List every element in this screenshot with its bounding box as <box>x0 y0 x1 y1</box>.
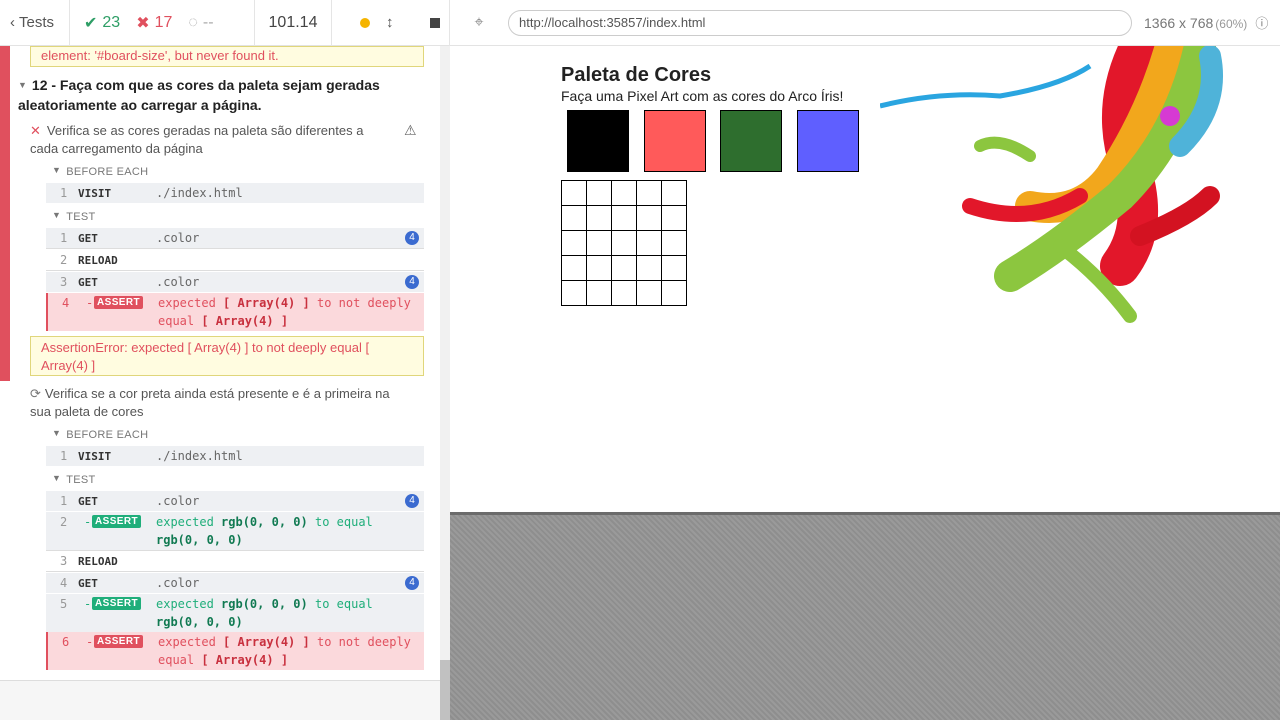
pixel[interactable] <box>662 206 687 231</box>
page-title: Paleta de Cores <box>561 64 712 86</box>
command-row[interactable]: 1 GET .color 4 <box>46 228 424 248</box>
command-log: element: '#board-size', but never found … <box>0 46 440 680</box>
assert-badge: ASSERT <box>94 296 143 309</box>
command-row[interactable]: 1 VISIT ./index.html <box>46 446 424 466</box>
test-title-1[interactable]: ✕ Verifica se as cores geradas na paleta … <box>30 122 390 158</box>
pixel[interactable] <box>562 281 587 306</box>
viewport-size: 1366 x 768 (60%) <box>1144 14 1248 31</box>
check-icon: ✔ <box>84 14 98 32</box>
pixel[interactable] <box>587 181 612 206</box>
command-row[interactable]: 2 RELOAD <box>46 250 424 270</box>
pixel[interactable] <box>637 231 662 256</box>
pixel[interactable] <box>587 281 612 306</box>
pixel[interactable] <box>637 256 662 281</box>
running-indicator-icon <box>360 17 370 28</box>
browser-bar: ⌖ http://localhost:35857/index.html 1366… <box>450 0 1280 46</box>
retry-icon: ⟳ <box>30 386 41 401</box>
info-icon[interactable]: ⓘ <box>1255 13 1268 32</box>
reporter-header: ‹ Tests ✔ 23 ✖ 17 ◌ -- 101.14 ↕ <box>0 0 450 46</box>
reporter-scrollbar-thumb[interactable] <box>440 660 450 720</box>
count-badge: 4 <box>405 576 419 590</box>
pixel[interactable] <box>562 256 587 281</box>
paint-splash-image <box>880 46 1223 323</box>
pixel[interactable] <box>562 181 587 206</box>
color-swatch[interactable] <box>797 110 859 172</box>
viewport-background <box>450 512 1280 720</box>
warning-icon[interactable]: ⚠ <box>404 122 417 139</box>
before-each-label: ▼ BEFORE EACH <box>52 428 149 441</box>
tests-back-button[interactable]: ‹ Tests <box>0 0 70 46</box>
pixel[interactable] <box>562 206 587 231</box>
test-stats: ✔ 23 ✖ 17 ◌ -- <box>70 0 255 46</box>
pixel[interactable] <box>662 181 687 206</box>
pixel-board <box>561 180 687 306</box>
pending-count: ◌ -- <box>188 13 214 31</box>
url-field[interactable]: http://localhost:35857/index.html <box>508 9 1132 36</box>
assert-row[interactable]: 5 - ASSERT expected rgb(0, 0, 0) to equa… <box>46 594 424 632</box>
pixel[interactable] <box>637 206 662 231</box>
auto-scroll-icon[interactable]: ↕ <box>386 14 394 31</box>
count-badge: 4 <box>405 231 419 245</box>
assert-badge: ASSERT <box>92 597 141 610</box>
spinner-icon: ◌ <box>188 13 198 31</box>
assertion-error[interactable]: AssertionError: expected [ Array(4) ] to… <box>30 336 424 376</box>
test-title-2[interactable]: ⟳ Verifica se a cor preta ainda está pres… <box>30 385 390 421</box>
selector-playground-icon[interactable]: ⌖ <box>450 14 508 32</box>
color-swatch[interactable] <box>567 110 629 172</box>
pixel[interactable] <box>587 206 612 231</box>
command-row[interactable]: 3 GET .color 4 <box>46 272 424 292</box>
command-row[interactable]: 1 GET .color 4 <box>46 491 424 511</box>
pixel[interactable] <box>612 206 637 231</box>
pixel[interactable] <box>662 256 687 281</box>
pixel[interactable] <box>562 231 587 256</box>
command-row[interactable]: 3 RELOAD <box>46 551 424 571</box>
suite-title[interactable]: ▼ 12 - Faça com que as cores da paleta se… <box>18 76 418 114</box>
chevron-left-icon: ‹ <box>10 14 15 31</box>
pixel[interactable] <box>637 281 662 306</box>
before-each-label: ▼ BEFORE EACH <box>52 165 149 178</box>
pixel[interactable] <box>587 231 612 256</box>
command-row[interactable]: 4 GET .color 4 <box>46 573 424 593</box>
pixel[interactable] <box>587 256 612 281</box>
failed-suite-indicator <box>0 46 10 381</box>
count-badge: 4 <box>405 275 419 289</box>
color-swatch[interactable] <box>720 110 782 172</box>
x-icon: ✕ <box>30 123 41 138</box>
previous-error: element: '#board-size', but never found … <box>30 46 424 67</box>
command-row[interactable]: 1 VISIT ./index.html <box>46 183 424 203</box>
pixel[interactable] <box>637 181 662 206</box>
pixel[interactable] <box>612 281 637 306</box>
failed-assert-row[interactable]: 4 - ASSERT expected [ Array(4) ] to not … <box>46 293 424 331</box>
pixel[interactable] <box>662 231 687 256</box>
assert-badge: ASSERT <box>94 635 143 648</box>
pixel[interactable] <box>612 256 637 281</box>
failed-count: ✖ 17 <box>136 13 173 32</box>
tests-label: Tests <box>19 14 55 31</box>
assert-badge: ASSERT <box>92 515 141 528</box>
pixel[interactable] <box>612 231 637 256</box>
reporter-scrollbar[interactable] <box>440 46 450 720</box>
stop-icon[interactable] <box>429 17 440 28</box>
duration: 101.14 <box>255 0 332 46</box>
count-badge: 4 <box>405 494 419 508</box>
app-preview: Paleta de Cores Faça uma Pixel Art com a… <box>450 46 1280 512</box>
run-controls: ↕ <box>332 0 450 46</box>
test-label: ▼ TEST <box>52 473 96 486</box>
page-subtitle: Faça uma Pixel Art com as cores do Arco … <box>561 88 844 104</box>
caret-down-icon: ▼ <box>18 80 27 90</box>
pixel[interactable] <box>662 281 687 306</box>
test-label: ▼ TEST <box>52 210 96 223</box>
x-icon: ✖ <box>136 14 150 32</box>
passed-count: ✔ 23 <box>84 13 121 32</box>
pixel[interactable] <box>612 181 637 206</box>
assert-row[interactable]: 2 - ASSERT expected rgb(0, 0, 0) to equa… <box>46 512 424 550</box>
color-swatch[interactable] <box>644 110 706 172</box>
reporter-footer <box>0 680 440 720</box>
failed-assert-row[interactable]: 6 - ASSERT expected [ Array(4) ] to not … <box>46 632 424 670</box>
